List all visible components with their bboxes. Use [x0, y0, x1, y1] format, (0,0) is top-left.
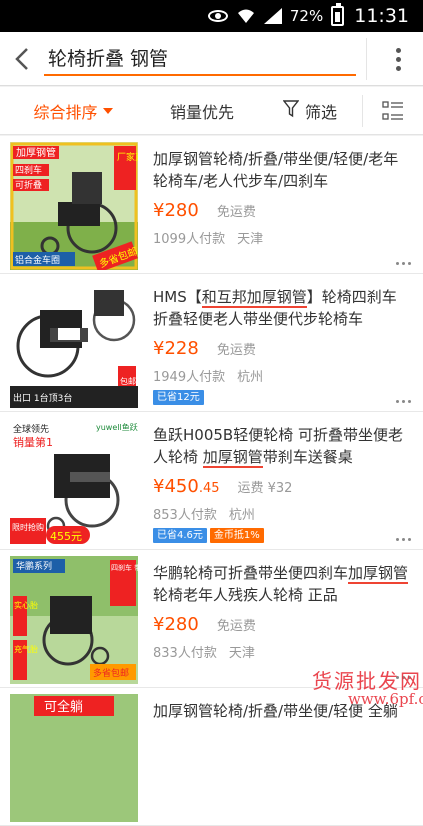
sort-sales-label: 销量优先: [169, 102, 234, 122]
more-dots-icon[interactable]: [396, 400, 411, 403]
sales-count: 853人付款: [153, 508, 217, 523]
product-image[interactable]: 加厚钢管 四刹车 可折叠 厂家直销 铝合金车圈 多省包邮: [10, 142, 138, 270]
thumb-label: 厂家直销: [117, 151, 138, 163]
eye-icon: [207, 10, 228, 22]
back-arrow-icon[interactable]: [8, 44, 36, 74]
thumb-label: 全球领先: [13, 423, 49, 435]
list-view-toggle-icon[interactable]: [362, 94, 423, 127]
product-title[interactable]: HMS【和互邦加厚钢管】轮椅四刹车折叠轻便老人带坐便代步轮椅车: [153, 286, 411, 330]
thumb-label: 可全躺: [44, 699, 83, 715]
price-decimal: .45: [198, 481, 220, 496]
product-image[interactable]: 可全躺: [10, 694, 138, 822]
title-highlight: 加厚钢管: [348, 564, 409, 584]
more-dots-icon[interactable]: [396, 262, 411, 265]
product-info: 鱼跃H005B轻便轮椅 可折叠带坐便老人轮椅 加厚钢管带刹车送餐桌 ¥450.4…: [153, 424, 411, 543]
signal-icon: [263, 8, 282, 24]
watermark-url: www.6pf.cn: [348, 690, 423, 708]
thumb-label: 华鹏系列: [16, 560, 52, 572]
location: 杭州: [237, 370, 264, 385]
filter-label: 筛选: [304, 102, 337, 122]
wifi-icon: [236, 8, 256, 24]
caret-down-icon: [102, 107, 113, 114]
sort-comprehensive-tab[interactable]: 综合排序: [0, 87, 146, 135]
divider: [366, 38, 367, 80]
title-highlight: 和互邦加厚钢管: [201, 288, 307, 308]
status-bar: 72% 11:31: [0, 0, 423, 32]
battery-icon: [331, 3, 345, 26]
product-title[interactable]: 加厚钢管轮椅/折叠/带坐便/轻便/老年轮椅车/老人代步车/四刹车: [153, 148, 411, 192]
shipping-info: 免运费: [216, 619, 256, 634]
shipping-info: 免运费: [216, 343, 256, 358]
title-text: 带刹车送餐桌: [262, 448, 353, 466]
sort-filter-bar: 综合排序 销量优先 筛选: [0, 87, 423, 135]
filter-button[interactable]: 筛选: [258, 87, 362, 135]
sales-count: 833人付款: [153, 646, 217, 661]
product-price: ¥280: [153, 200, 199, 221]
location: 天津: [228, 646, 255, 661]
list-item[interactable]: 加厚钢管 四刹车 可折叠 厂家直销 铝合金车圈 多省包邮 加厚钢管轮椅/折叠/带…: [0, 136, 423, 274]
more-vertical-icon[interactable]: [383, 44, 413, 74]
more-dots-icon[interactable]: [396, 538, 411, 541]
thumb-label: 铝合金车圈: [15, 254, 60, 266]
product-info: HMS【和互邦加厚钢管】轮椅四刹车折叠轻便老人带坐便代步轮椅车 ¥228 免运费…: [153, 286, 411, 405]
thumb-label: yuwell鱼跃: [96, 422, 138, 432]
funnel-icon: [282, 99, 300, 122]
search-input[interactable]: 轮椅折叠 钢管: [44, 40, 356, 76]
title-text: 轮椅老年人残疾人轮椅 正品: [153, 586, 338, 604]
thumb-label: 四刹车: [15, 164, 42, 176]
list-item[interactable]: 包邮 出口 1台顶3台 HMS【和互邦加厚钢管】轮椅四刹车折叠轻便老人带坐便代步…: [0, 274, 423, 412]
product-info: 华鹏轮椅可折叠带坐便四刹车加厚钢管轮椅老年人残疾人轮椅 正品 ¥280 免运费 …: [153, 562, 411, 661]
title-text: HMS【: [153, 288, 202, 306]
thumb-label: 加厚钢管: [16, 146, 56, 159]
discount-badge: 已省12元: [153, 390, 204, 405]
location: 天津: [237, 232, 264, 247]
thumb-label: 销量第1: [13, 435, 53, 449]
title-text: 华鹏轮椅可折叠带坐便四刹车: [153, 564, 349, 582]
product-image[interactable]: 全球领先 销量第1 yuwell鱼跃 限时抢购 455元: [10, 418, 138, 546]
sort-sales-tab[interactable]: 销量优先: [146, 87, 258, 135]
product-image[interactable]: 华鹏系列 四刹车 带座便 可折叠 实心胎 充气胎 多省包邮: [10, 556, 138, 684]
sales-count: 1099人付款: [153, 232, 226, 247]
title-highlight: 加厚钢管: [202, 448, 263, 468]
product-title[interactable]: 华鹏轮椅可折叠带坐便四刹车加厚钢管轮椅老年人残疾人轮椅 正品: [153, 562, 411, 606]
coin-badge: 金币抵1%: [209, 528, 264, 543]
shipping-info: 免运费: [216, 205, 256, 220]
thumb-label: 包邮: [120, 376, 136, 386]
price-integer: ¥450: [153, 476, 199, 497]
thumb-label: 455元: [50, 530, 82, 543]
product-list: 加厚钢管 四刹车 可折叠 厂家直销 铝合金车圈 多省包邮 加厚钢管轮椅/折叠/带…: [0, 136, 423, 826]
list-item[interactable]: 可全躺 加厚钢管轮椅/折叠/带坐便/轻便 全躺: [0, 688, 423, 826]
sort-comprehensive-label: 综合排序: [33, 102, 98, 122]
thumb-label: 充气胎: [14, 644, 38, 654]
thumb-label: 限时抢购: [12, 522, 44, 532]
product-info: 加厚钢管轮椅/折叠/带坐便/轻便/老年轮椅车/老人代步车/四刹车 ¥280 免运…: [153, 148, 411, 247]
product-title[interactable]: 鱼跃H005B轻便轮椅 可折叠带坐便老人轮椅 加厚钢管带刹车送餐桌: [153, 424, 411, 468]
sales-count: 1949人付款: [153, 370, 226, 385]
battery-percent: 72%: [289, 7, 324, 25]
list-item[interactable]: 全球领先 销量第1 yuwell鱼跃 限时抢购 455元 鱼跃H005B轻便轮椅…: [0, 412, 423, 550]
discount-badge: 已省4.6元: [153, 528, 207, 543]
thumb-label: 可折叠: [15, 179, 42, 191]
shipping-info: 运费 ¥32: [237, 481, 293, 496]
thumb-label: 四刹车 带座便 可折叠: [111, 563, 138, 572]
search-header: 轮椅折叠 钢管: [0, 32, 423, 86]
product-image[interactable]: 包邮 出口 1台顶3台: [10, 280, 138, 408]
product-price: ¥450.45: [153, 476, 220, 497]
thumb-label: 出口 1台顶3台: [13, 392, 72, 404]
thumb-label: 实心胎: [14, 600, 38, 610]
location: 杭州: [228, 508, 255, 523]
product-price: ¥228: [153, 338, 199, 359]
thumb-label: 多省包邮: [93, 667, 129, 679]
clock: 11:31: [354, 5, 409, 27]
product-price: ¥280: [153, 614, 199, 635]
